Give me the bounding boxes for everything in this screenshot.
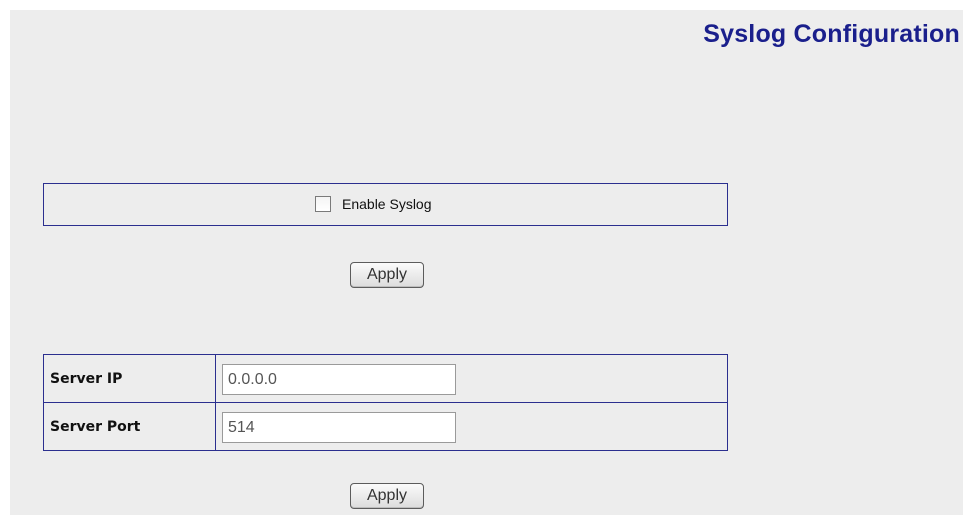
- enable-syslog-checkbox[interactable]: [315, 196, 331, 212]
- server-settings-table: Server IP Server Port: [43, 354, 728, 451]
- enable-syslog-row: Enable Syslog: [315, 196, 432, 212]
- enable-syslog-label: Enable Syslog: [342, 196, 432, 212]
- server-port-label: Server Port: [44, 403, 216, 450]
- server-port-row: Server Port: [44, 403, 727, 450]
- page-title: Syslog Configuration: [703, 20, 960, 48]
- server-ip-label: Server IP: [44, 355, 216, 402]
- server-ip-row: Server IP: [44, 355, 727, 403]
- apply-server-button[interactable]: Apply: [350, 483, 424, 509]
- apply-enable-button[interactable]: Apply: [350, 262, 424, 288]
- server-port-input[interactable]: [222, 412, 456, 443]
- enable-syslog-box: Enable Syslog: [43, 183, 728, 226]
- server-ip-input[interactable]: [222, 364, 456, 395]
